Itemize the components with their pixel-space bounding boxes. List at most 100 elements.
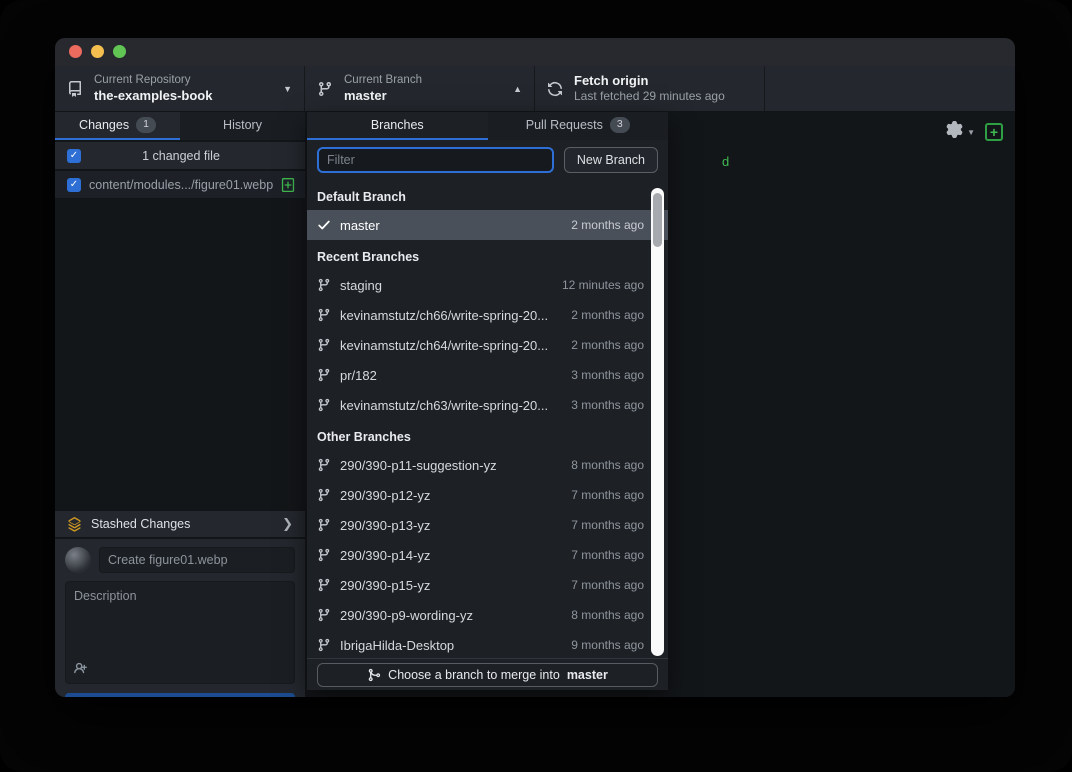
toolbar-spacer [765, 66, 1015, 111]
repo-icon [67, 81, 83, 97]
branch-popover: Branches Pull Requests 3 New Branch Defa… [307, 112, 668, 690]
branch-row[interactable]: kevinamstutz/ch66/write-spring-20... 2 m… [307, 300, 668, 330]
current-branch-label: Current Branch [344, 73, 505, 87]
sidebar-tabs: Changes 1 History [55, 112, 305, 140]
branch-name: 290/390-p9-wording-yz [340, 608, 562, 623]
maximize-window-button[interactable] [113, 45, 126, 58]
new-branch-button[interactable]: New Branch [564, 147, 658, 173]
branch-filter-input[interactable] [317, 147, 554, 173]
git-branch-icon [317, 518, 331, 532]
git-branch-icon [317, 548, 331, 562]
branch-time: 7 months ago [571, 488, 644, 502]
branch-time: 9 months ago [571, 638, 644, 652]
tab-branches[interactable]: Branches [307, 112, 488, 140]
branch-time: 7 months ago [571, 578, 644, 592]
fetch-origin-button[interactable]: Fetch origin Last fetched 29 minutes ago [535, 66, 765, 111]
gear-icon [946, 121, 963, 143]
branch-name: IbrigaHilda-Desktop [340, 638, 562, 653]
changed-files-header: ✓ 1 changed file [55, 142, 305, 170]
close-window-button[interactable] [69, 45, 82, 58]
check-icon [317, 218, 331, 232]
branch-name: kevinamstutz/ch63/write-spring-20... [340, 398, 562, 413]
branch-time: 7 months ago [571, 518, 644, 532]
avatar [65, 547, 91, 573]
green-plus-icon[interactable]: + [985, 123, 1003, 141]
current-branch-value: master [344, 88, 505, 104]
stack-icon [67, 517, 82, 532]
add-coauthor-icon[interactable] [74, 661, 89, 676]
branch-time: 7 months ago [571, 548, 644, 562]
background-text-fragment: d [722, 154, 729, 169]
tab-pull-requests[interactable]: Pull Requests 3 [488, 112, 669, 140]
section-header-other-branches: Other Branches [307, 420, 668, 450]
stashed-changes-label: Stashed Changes [91, 517, 273, 531]
branch-name: 290/390-p11-suggestion-yz [340, 458, 562, 473]
tab-pull-requests-label: Pull Requests [526, 118, 603, 132]
pull-requests-count-badge: 3 [610, 117, 630, 133]
git-branch-icon [317, 488, 331, 502]
branch-name: kevinamstutz/ch66/write-spring-20... [340, 308, 562, 323]
chevron-right-icon: ❯ [282, 516, 293, 532]
commit-area: Commit to master [55, 539, 305, 697]
github-desktop-window: Current Repository the-examples-book ▼ C… [55, 38, 1015, 697]
select-all-checkbox[interactable]: ✓ [67, 149, 81, 163]
branch-row[interactable]: 290/390-p9-wording-yz 8 months ago [307, 600, 668, 630]
file-path: content/modules.../figure01.webp [89, 178, 275, 192]
branch-popover-footer: Choose a branch to merge into master [307, 658, 668, 690]
tab-changes-label: Changes [79, 118, 129, 132]
changes-count-badge: 1 [136, 117, 156, 133]
branch-list-scrollbar[interactable] [651, 188, 664, 656]
chevron-down-icon: ▼ [283, 84, 292, 94]
merge-branch-button[interactable]: Choose a branch to merge into master [317, 663, 658, 687]
current-branch-button[interactable]: Current Branch master ▲ [305, 66, 535, 111]
branch-row[interactable]: 290/390-p11-suggestion-yz 8 months ago [307, 450, 668, 480]
branch-time: 3 months ago [571, 398, 644, 412]
git-branch-icon [317, 608, 331, 622]
tab-changes[interactable]: Changes 1 [55, 112, 180, 140]
branch-time: 8 months ago [571, 608, 644, 622]
branch-name: 290/390-p12-yz [340, 488, 562, 503]
sidebar: Changes 1 History ✓ 1 changed file ✓ con… [55, 112, 305, 697]
commit-button[interactable]: Commit to master [65, 693, 295, 697]
merge-button-prefix: Choose a branch to merge into [388, 668, 560, 682]
fetch-origin-title: Fetch origin [574, 73, 752, 89]
stashed-changes-row[interactable]: Stashed Changes ❯ [55, 510, 305, 538]
current-repository-button[interactable]: Current Repository the-examples-book ▼ [55, 66, 305, 111]
branch-time: 8 months ago [571, 458, 644, 472]
changed-files-summary: 1 changed file [81, 149, 281, 163]
branch-row[interactable]: kevinamstutz/ch64/write-spring-20... 2 m… [307, 330, 668, 360]
scrollbar-thumb[interactable] [653, 193, 662, 247]
tab-branches-label: Branches [371, 118, 424, 132]
minimize-window-button[interactable] [91, 45, 104, 58]
tab-history[interactable]: History [180, 112, 305, 140]
branch-name: pr/182 [340, 368, 562, 383]
commit-summary-input[interactable] [99, 547, 295, 573]
branch-row[interactable]: 290/390-p14-yz 7 months ago [307, 540, 668, 570]
branch-time: 3 months ago [571, 368, 644, 382]
current-repository-label: Current Repository [94, 73, 275, 87]
settings-menu-button[interactable]: ▼ [946, 121, 975, 143]
branch-row[interactable]: 290/390-p12-yz 7 months ago [307, 480, 668, 510]
branch-name: 290/390-p13-yz [340, 518, 562, 533]
fetch-origin-subtitle: Last fetched 29 minutes ago [574, 89, 752, 104]
branch-row[interactable]: IbrigaHilda-Desktop 9 months ago [307, 630, 668, 658]
git-branch-icon [317, 578, 331, 592]
branch-filter-row: New Branch [307, 140, 668, 180]
titlebar[interactable] [55, 38, 1015, 66]
branch-row[interactable]: 290/390-p13-yz 7 months ago [307, 510, 668, 540]
branch-row[interactable]: staging 12 minutes ago [307, 270, 668, 300]
branch-time: 2 months ago [571, 338, 644, 352]
tab-history-label: History [223, 118, 262, 132]
chevron-up-icon: ▲ [513, 84, 522, 94]
git-branch-icon [317, 398, 331, 412]
changed-file-row[interactable]: ✓ content/modules.../figure01.webp [55, 171, 305, 199]
file-checkbox[interactable]: ✓ [67, 178, 81, 192]
git-branch-icon [317, 81, 333, 97]
branch-row[interactable]: 290/390-p15-yz 7 months ago [307, 570, 668, 600]
branch-row-master[interactable]: master 2 months ago [307, 210, 668, 240]
branch-list: Default Branch master 2 months ago Recen… [307, 180, 668, 658]
git-branch-icon [317, 638, 331, 652]
commit-description-input[interactable] [66, 582, 294, 660]
branch-row[interactable]: pr/182 3 months ago [307, 360, 668, 390]
branch-row[interactable]: kevinamstutz/ch63/write-spring-20... 3 m… [307, 390, 668, 420]
